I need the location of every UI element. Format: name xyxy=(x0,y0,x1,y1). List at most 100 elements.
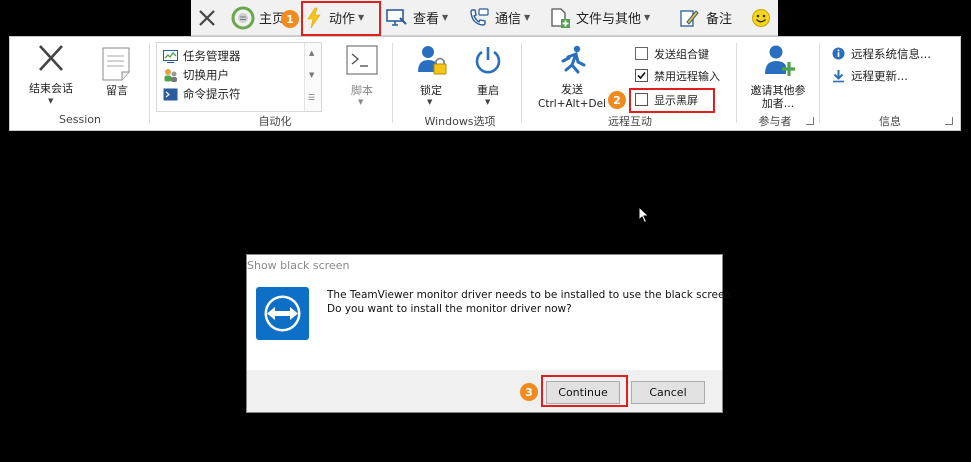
group-divider xyxy=(149,43,150,123)
participants-dialog-launcher-icon[interactable] xyxy=(806,117,814,125)
send-keys-label: Ctrl+Alt+Del xyxy=(538,98,606,110)
feedback-button[interactable] xyxy=(751,0,771,35)
files-and-extras-tab[interactable]: 文件与其他 ▼ xyxy=(549,0,650,35)
communicate-label: 通信 xyxy=(495,12,522,27)
actions-highlight-box xyxy=(301,1,381,36)
gallery-item-switch-user[interactable]: 切换用户 xyxy=(163,67,229,83)
send-ctrl-alt-del-button[interactable]: 发送 Ctrl+Alt+Del xyxy=(536,45,608,110)
end-session-x-icon xyxy=(39,45,63,71)
reboot-button[interactable]: 重启 ▼ xyxy=(468,44,508,106)
notes-tab[interactable]: 备注 xyxy=(679,0,732,35)
gallery-scrollbar[interactable]: ▲ ▼ ☰ xyxy=(304,43,321,111)
communicate-tab[interactable]: 通信 ▼ xyxy=(468,0,530,35)
invite-participants-button[interactable]: 邀请其他参 加者... xyxy=(743,44,813,112)
checkmark-icon xyxy=(637,71,646,80)
switch-user-icon xyxy=(164,68,177,82)
dialog-title: Show black screen xyxy=(247,259,350,272)
group-divider xyxy=(521,43,522,123)
add-user-icon xyxy=(765,45,795,76)
command-prompt-icon xyxy=(163,88,178,100)
end-session-button[interactable]: 结束会话 ▼ xyxy=(27,41,73,105)
chevron-down-icon: ▼ xyxy=(485,98,491,106)
ribbon: 结束会话 ▼ 留言 Session 任务管理器 切换用户 命令提示符 ▲ ▼ ☰… xyxy=(9,36,961,131)
switch-user-label: 切换用户 xyxy=(183,68,229,82)
disable-remote-input-checkbox[interactable] xyxy=(635,69,648,82)
chevron-down-icon: ▼ xyxy=(427,98,433,106)
group-divider xyxy=(736,43,737,123)
mouse-cursor-icon xyxy=(638,206,650,224)
task-manager-label: 任务管理器 xyxy=(183,49,241,63)
view-tab[interactable]: 查看 ▼ xyxy=(386,0,448,35)
automation-group-label: 自动化 xyxy=(258,115,292,128)
step-badge-1: 1 xyxy=(281,10,299,28)
chevron-down-icon: ▼ xyxy=(524,13,531,22)
monitor-view-icon xyxy=(386,8,407,26)
command-prompt-label: 命令提示符 xyxy=(183,87,241,101)
dialog-message-line1: The TeamViewer monitor driver needs to b… xyxy=(327,289,735,301)
chevron-down-icon: ▼ xyxy=(644,13,651,22)
send-key-combo-option[interactable]: 发送组合键 xyxy=(635,46,735,61)
disable-remote-input-label: 禁用远程输入 xyxy=(654,70,720,83)
cancel-button[interactable]: Cancel xyxy=(631,381,705,404)
close-session-button[interactable] xyxy=(197,0,217,35)
home-tab[interactable]: 主页 xyxy=(231,0,285,35)
info-group-label: 信息 xyxy=(879,115,901,128)
automation-gallery[interactable]: 任务管理器 切换用户 命令提示符 ▲ ▼ ☰ xyxy=(156,42,322,112)
view-label: 查看 xyxy=(413,12,440,27)
dialog-message-line2: Do you want to install the monitor drive… xyxy=(327,303,572,315)
gallery-expand-icon[interactable]: ☰ xyxy=(308,93,315,102)
step-badge-2: 2 xyxy=(608,91,626,109)
user-lock-icon xyxy=(418,46,447,75)
chevron-down-icon: ▼ xyxy=(442,13,449,22)
close-icon xyxy=(199,9,215,26)
scroll-up-icon[interactable]: ▲ xyxy=(309,49,314,57)
send-key-combo-label: 发送组合键 xyxy=(654,48,709,61)
send-key-combo-checkbox[interactable] xyxy=(635,47,648,60)
power-icon xyxy=(475,47,501,74)
info-dialog-launcher-icon[interactable] xyxy=(945,117,953,125)
running-man-icon xyxy=(561,45,586,74)
script-terminal-icon xyxy=(346,45,378,75)
download-arrow-icon xyxy=(833,69,844,82)
remote-update-label: 远程更新... xyxy=(851,68,908,83)
session-group-label: Session xyxy=(59,113,101,126)
remote-update-button[interactable]: 远程更新... xyxy=(832,68,956,83)
windows-group-label: Windows选项 xyxy=(424,115,496,128)
group-divider xyxy=(392,43,393,123)
script-label: 脚本 xyxy=(351,84,373,97)
remote-system-info-label: 远程系统信息... xyxy=(851,46,931,61)
info-icon xyxy=(832,47,845,60)
end-session-label: 结束会话 xyxy=(29,82,73,95)
leave-message-button[interactable]: 留言 xyxy=(96,47,138,103)
note-page-icon xyxy=(102,47,130,81)
participants-group-label: 参与者 xyxy=(758,115,792,128)
continue-highlight-box xyxy=(541,375,628,407)
remote-system-info-button[interactable]: 远程系统信息... xyxy=(832,46,956,61)
pencil-note-icon xyxy=(680,9,699,27)
disable-remote-input-option[interactable]: 禁用远程输入 xyxy=(635,68,735,83)
show-black-screen-highlight-box xyxy=(629,88,715,113)
gallery-item-command-prompt[interactable]: 命令提示符 xyxy=(163,86,241,102)
chevron-down-icon: ▼ xyxy=(358,98,364,106)
script-button[interactable]: 脚本 ▼ xyxy=(340,45,384,106)
lock-label: 锁定 xyxy=(420,84,442,97)
lock-button[interactable]: 锁定 ▼ xyxy=(410,44,452,106)
teamviewer-logo-icon xyxy=(256,287,309,340)
group-divider xyxy=(819,43,820,123)
send-label: 发送 xyxy=(561,83,583,96)
home-icon xyxy=(231,6,255,29)
dialog-body: The TeamViewer monitor driver needs to b… xyxy=(247,276,734,370)
notes-label: 备注 xyxy=(706,12,733,27)
invite-label-line2: 加者... xyxy=(761,97,795,110)
gallery-item-task-manager[interactable]: 任务管理器 xyxy=(163,48,241,64)
smiley-icon xyxy=(752,8,770,27)
leave-message-label: 留言 xyxy=(106,84,128,97)
dialog-title-bar: Show black screen xyxy=(247,255,722,276)
top-toolbar: 主页 动作 ▼ 查看 ▼ 通信 ▼ 文件与其他 ▼ 备注 xyxy=(191,0,778,36)
scroll-down-icon[interactable]: ▼ xyxy=(309,71,314,79)
file-add-icon xyxy=(551,7,570,28)
step-badge-3: 3 xyxy=(520,383,538,401)
reboot-label: 重启 xyxy=(477,84,499,97)
show-black-screen-dialog: Show black screen The TeamViewer monitor… xyxy=(246,254,734,413)
chevron-down-icon: ▼ xyxy=(48,97,54,105)
